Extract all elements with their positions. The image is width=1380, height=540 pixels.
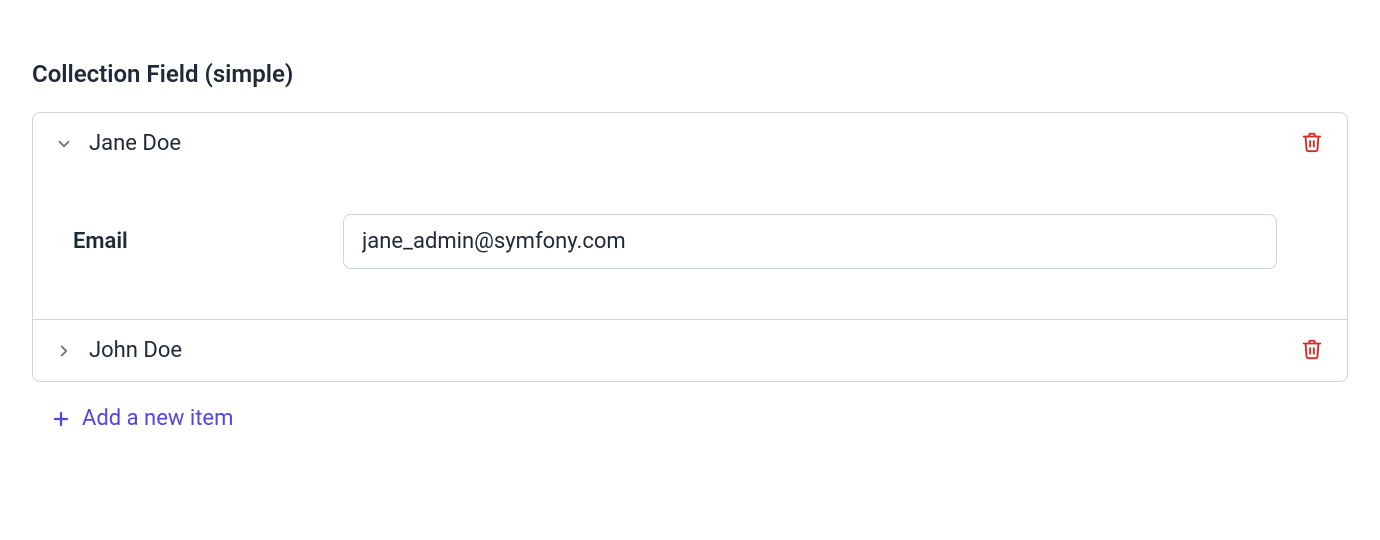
- delete-button[interactable]: [1297, 334, 1327, 367]
- plus-icon: [50, 408, 72, 430]
- trash-icon: [1301, 338, 1323, 363]
- email-field[interactable]: [343, 214, 1277, 269]
- delete-button[interactable]: [1297, 127, 1327, 160]
- collection-item-name: John Doe: [89, 338, 1297, 363]
- collection-item-header[interactable]: John Doe: [33, 320, 1347, 381]
- collection-item-header[interactable]: Jane Doe: [33, 113, 1347, 174]
- collection-item: John Doe: [33, 320, 1347, 381]
- collection-container: Jane Doe Email: [32, 112, 1348, 382]
- add-item-label: Add a new item: [82, 406, 233, 431]
- collection-title: Collection Field (simple): [32, 60, 1348, 88]
- collection-item: Jane Doe Email: [33, 113, 1347, 320]
- add-item-button[interactable]: Add a new item: [32, 406, 1348, 431]
- collection-item-name: Jane Doe: [89, 131, 1297, 156]
- email-label: Email: [73, 229, 343, 254]
- chevron-right-icon: [53, 340, 75, 362]
- collection-item-body: Email: [33, 174, 1347, 319]
- chevron-down-icon: [53, 133, 75, 155]
- trash-icon: [1301, 131, 1323, 156]
